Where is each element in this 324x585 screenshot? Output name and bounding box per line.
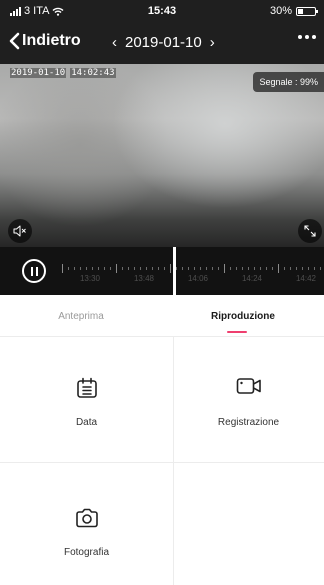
back-label: Indietro [22, 32, 81, 49]
photo-button[interactable]: Fotografia [0, 463, 173, 585]
video-player[interactable]: 2019-01-10 14:02:43 Segnale : 99% [0, 64, 324, 247]
timeline-tick [200, 267, 201, 270]
timeline-tick [302, 267, 303, 270]
app: 3 ITA 15:43 30% Indietro ‹ 2019-01-10 › … [0, 0, 324, 585]
more-dots-icon [298, 35, 302, 39]
more-options-button[interactable] [298, 35, 316, 39]
timeline-tick [158, 267, 159, 270]
timeline-tick [116, 264, 117, 273]
timeline-tick [206, 267, 207, 270]
timeline-playhead[interactable] [173, 247, 176, 295]
timeline-tick [212, 267, 213, 270]
timeline-tick [254, 267, 255, 270]
timeline-tick [140, 267, 141, 270]
timeline-tick [320, 267, 321, 270]
date-navigator: ‹ 2019-01-10 › [112, 34, 215, 51]
recording-button[interactable]: Registrazione [173, 337, 324, 462]
timeline-tick [104, 267, 105, 270]
timeline-tick [278, 264, 279, 273]
photo-button-label: Fotografia [63, 547, 110, 558]
timeline-tick [134, 267, 135, 270]
fullscreen-icon [304, 225, 316, 237]
pause-icon [30, 266, 33, 276]
timeline-tick [284, 267, 285, 270]
date-button[interactable]: Data [0, 337, 173, 462]
timeline-tick [62, 264, 63, 273]
timeline-tick [236, 267, 237, 270]
video-camera-icon [236, 378, 261, 394]
timeline-tick [98, 267, 99, 270]
timeline-tick [230, 267, 231, 270]
signal-strength-badge: Segnale : 99% [253, 72, 324, 92]
timeline-tick [224, 264, 225, 273]
video-timestamp-date: 2019-01-10 [10, 68, 67, 78]
timeline-label: 14:24 [241, 274, 263, 283]
timeline-tick [314, 267, 315, 270]
timeline-tick [176, 267, 177, 270]
timeline-tick [146, 267, 147, 270]
speaker-muted-icon [13, 225, 26, 237]
timeline-ruler[interactable]: 13:30 13:48 14:06 14:24 14:42 [60, 247, 324, 295]
timeline-tick [248, 267, 249, 270]
battery-percent: 30% [269, 5, 292, 17]
next-date-button[interactable]: › [210, 34, 215, 51]
timeline-tick [128, 267, 129, 270]
chevron-left-icon [9, 32, 20, 50]
status-right: 30% [269, 5, 318, 17]
nav-bar: Indietro ‹ 2019-01-10 › [0, 22, 324, 64]
battery-fill [298, 8, 303, 14]
timeline-label: 14:06 [187, 274, 209, 283]
video-timestamp: 2019-01-10 14:02:43 [10, 68, 116, 78]
back-button[interactable]: Indietro [8, 32, 81, 50]
more-dots-icon [305, 35, 309, 39]
timeline-tick [86, 267, 87, 270]
timeline-tick [110, 267, 111, 270]
mute-button[interactable] [8, 219, 32, 243]
timeline-tick [74, 267, 75, 270]
timeline-label: 13:48 [133, 274, 155, 283]
current-date: 2019-01-10 [125, 34, 202, 51]
timeline-tick [308, 267, 309, 270]
tab-preview[interactable]: Anteprima [0, 295, 162, 337]
more-dots-icon [312, 35, 316, 39]
timeline-tick [266, 267, 267, 270]
timeline-tick [218, 267, 219, 270]
timeline-tick [92, 267, 93, 270]
date-button-label: Data [75, 417, 98, 428]
playback-timeline[interactable]: 13:30 13:48 14:06 14:24 14:42 [0, 247, 324, 295]
timeline-tick [182, 267, 183, 270]
timeline-tick [164, 267, 165, 270]
timeline-tick [290, 267, 291, 270]
camera-icon [75, 508, 98, 528]
calendar-icon [76, 377, 97, 398]
pause-icon [35, 266, 38, 276]
video-timestamp-time: 14:02:43 [70, 68, 116, 78]
timeline-tick [152, 267, 153, 270]
timeline-tick [122, 267, 123, 270]
fullscreen-button[interactable] [298, 219, 322, 243]
timeline-tick [194, 267, 195, 270]
timeline-tick [272, 267, 273, 270]
view-tabs: Anteprima Riproduzione [0, 295, 324, 337]
timeline-tick [296, 267, 297, 270]
timeline-tick [260, 267, 261, 270]
pause-button[interactable] [22, 259, 46, 283]
timeline-label: 13:30 [79, 274, 101, 283]
function-grid: Data Registrazione Fotografia [0, 337, 324, 585]
timeline-tick [80, 267, 81, 270]
timeline-tick [170, 264, 171, 273]
status-bar: 3 ITA 15:43 30% [0, 0, 324, 22]
timeline-tick [68, 267, 69, 270]
battery-icon [296, 6, 318, 16]
timeline-label: 14:42 [295, 274, 317, 283]
recording-button-label: Registrazione [217, 417, 280, 428]
timeline-tick [242, 267, 243, 270]
previous-date-button[interactable]: ‹ [112, 34, 117, 51]
timeline-tick [188, 267, 189, 270]
active-tab-indicator [227, 331, 247, 333]
